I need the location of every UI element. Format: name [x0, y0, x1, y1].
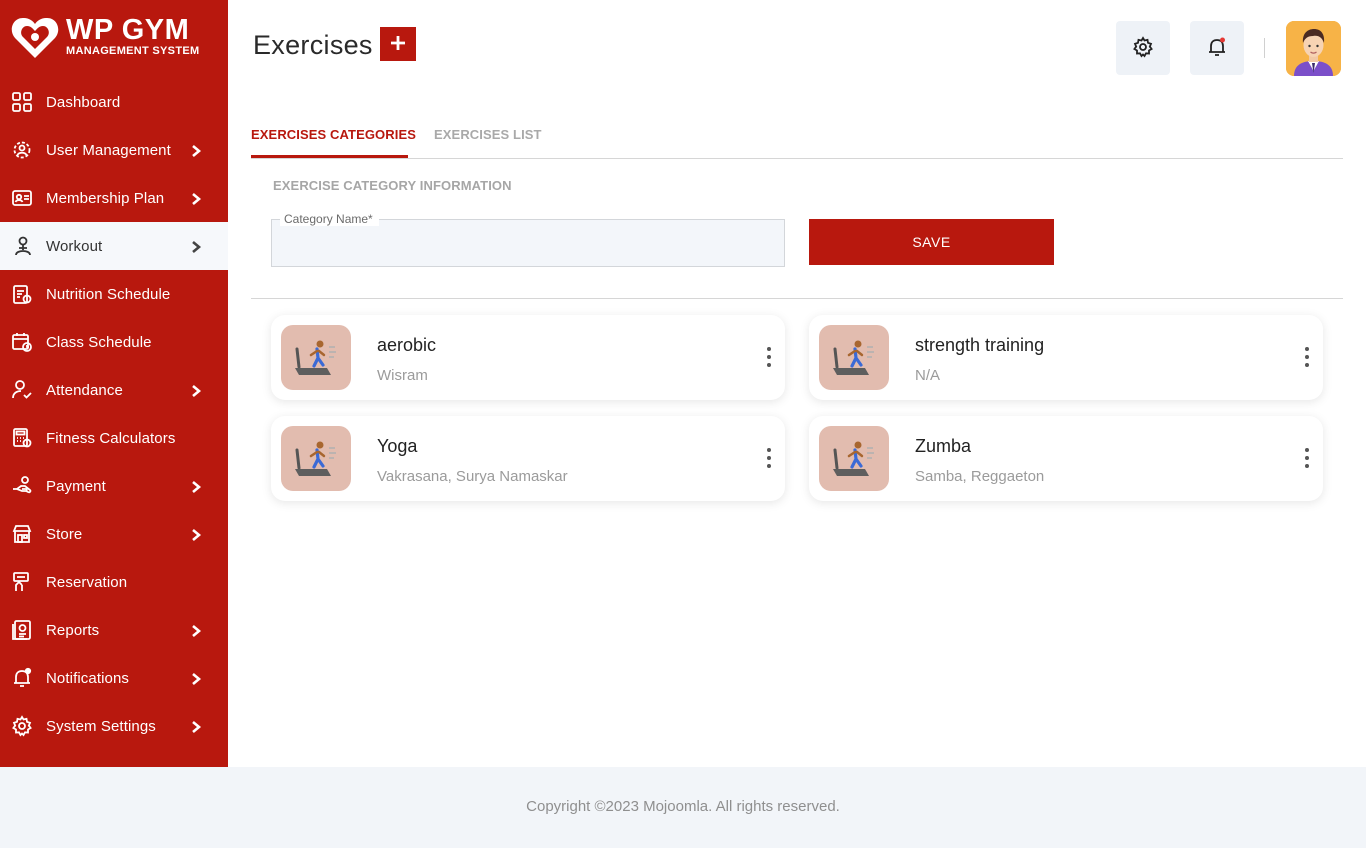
tab-exercises-list[interactable]: EXERCISES LIST: [434, 127, 542, 142]
category-exercises: Wisram: [377, 367, 428, 384]
sidebar-item-system-settings[interactable]: System Settings: [0, 702, 228, 750]
sidebar-item-reservation[interactable]: Reservation: [0, 558, 228, 606]
calendar-clock-icon: [11, 331, 33, 353]
category-name: aerobic: [377, 335, 437, 355]
sidebar-item-nutrition-schedule[interactable]: Nutrition Schedule: [0, 270, 228, 318]
sidebar-item-label: Workout: [46, 237, 103, 255]
user-check-icon: [11, 379, 33, 401]
gear-icon: [1132, 35, 1154, 61]
sidebar-item-label: Store: [46, 525, 83, 543]
sidebar-item-label: Reports: [46, 621, 100, 639]
treadmill-runner-icon: [281, 325, 351, 390]
more-options-icon[interactable]: [1299, 345, 1315, 369]
brand-subtitle: MANAGEMENT SYSTEM: [66, 45, 200, 57]
chevron-right-icon: [190, 383, 202, 397]
sidebar-item-workout[interactable]: Workout: [0, 222, 228, 270]
active-tab-indicator: [251, 155, 408, 158]
bell-icon: [1206, 36, 1228, 61]
sidebar-item-label: Reservation: [46, 573, 128, 591]
store-icon: [11, 523, 33, 545]
nutrition-clipboard-icon: [11, 283, 33, 305]
chevron-right-icon: [190, 479, 202, 493]
workout-icon: [11, 235, 33, 257]
brand-title: WP GYM: [66, 14, 190, 46]
avatar[interactable]: [1286, 21, 1341, 76]
category-name: Yoga: [377, 436, 418, 456]
sidebar-item-label: Attendance: [46, 381, 123, 399]
page-title: Exercises: [253, 30, 373, 60]
treadmill-runner-icon: [281, 426, 351, 491]
category-name-input[interactable]: [272, 220, 784, 266]
reports-icon: [11, 619, 33, 641]
chevron-right-icon: [190, 671, 202, 685]
more-options-icon[interactable]: [761, 345, 777, 369]
sidebar-item-payment[interactable]: Payment: [0, 462, 228, 510]
sidebar-item-reports[interactable]: Reports: [0, 606, 228, 654]
users-gear-icon: [11, 139, 33, 161]
sidebar-item-fitness-calculators[interactable]: Fitness Calculators: [0, 414, 228, 462]
category-name: Zumba: [915, 436, 972, 456]
sidebar-item-store[interactable]: Store: [0, 510, 228, 558]
section-title: EXERCISE CATEGORY INFORMATION: [273, 178, 512, 193]
tabs-bar: EXERCISES CATEGORIES EXERCISES LIST: [251, 110, 1343, 159]
category-card[interactable]: Yoga Vakrasana, Surya Namaskar: [271, 416, 785, 501]
chevron-right-icon: [190, 719, 202, 733]
sidebar-item-attendance[interactable]: Attendance: [0, 366, 228, 414]
sidebar-item-label: User Management: [46, 141, 171, 159]
sidebar-item-label: System Settings: [46, 717, 156, 735]
bell-icon: [11, 667, 33, 689]
sidebar-item-label: Membership Plan: [46, 189, 165, 207]
category-card[interactable]: Zumba Samba, Reggaeton: [809, 416, 1323, 501]
reservation-icon: [11, 571, 33, 593]
sidebar-item-label: Class Schedule: [46, 333, 152, 351]
chevron-right-icon: [190, 239, 202, 253]
sidebar: WP GYM MANAGEMENT SYSTEM Dashboard User …: [0, 0, 228, 767]
heart-logo-icon: [10, 13, 60, 61]
sidebar-item-label: Nutrition Schedule: [46, 285, 171, 303]
category-name: strength training: [915, 335, 1045, 355]
sidebar-item-class-schedule[interactable]: Class Schedule: [0, 318, 228, 366]
brand-logo[interactable]: WP GYM MANAGEMENT SYSTEM: [10, 12, 220, 62]
sidebar-item-label: Dashboard: [46, 93, 121, 111]
chevron-right-icon: [190, 623, 202, 637]
membership-card-icon: [11, 187, 33, 209]
calculator-icon: [11, 427, 33, 449]
chevron-right-icon: [190, 191, 202, 205]
category-card[interactable]: strength training N/A: [809, 315, 1323, 400]
sidebar-item-user-management[interactable]: User Management: [0, 126, 228, 174]
sidebar-item-membership-plan[interactable]: Membership Plan: [0, 174, 228, 222]
copyright-text: Copyright ©2023 Mojoomla. All rights res…: [526, 798, 840, 815]
category-name-label: Category Name*: [280, 212, 379, 226]
category-name-field: [271, 219, 785, 267]
dashboard-icon: [11, 91, 33, 113]
category-exercises: Vakrasana, Surya Namaskar: [377, 468, 568, 485]
chevron-right-icon: [190, 527, 202, 541]
payment-hand-icon: [11, 475, 33, 497]
sidebar-item-label: Payment: [46, 477, 106, 495]
category-exercises: Samba, Reggaeton: [915, 468, 1045, 485]
notifications-button[interactable]: [1190, 21, 1244, 75]
sidebar-item-label: Notifications: [46, 669, 130, 687]
save-button[interactable]: SAVE: [809, 219, 1054, 265]
sidebar-item-label: Fitness Calculators: [46, 429, 176, 447]
chevron-right-icon: [190, 143, 202, 157]
treadmill-runner-icon: [819, 426, 889, 491]
sidebar-item-notifications[interactable]: Notifications: [0, 654, 228, 702]
tab-exercises-categories[interactable]: EXERCISES CATEGORIES: [251, 127, 416, 142]
treadmill-runner-icon: [819, 325, 889, 390]
sidebar-nav: Dashboard User Management Membership Pla…: [0, 78, 228, 750]
add-exercise-button[interactable]: [380, 27, 416, 61]
category-exercises: N/A: [915, 367, 941, 384]
plus-icon: [389, 34, 407, 55]
category-card[interactable]: aerobic Wisram: [271, 315, 785, 400]
gear-icon: [11, 715, 33, 737]
footer: Copyright ©2023 Mojoomla. All rights res…: [0, 767, 1366, 848]
header-divider: [1264, 38, 1265, 58]
settings-button[interactable]: [1116, 21, 1170, 75]
sidebar-item-dashboard[interactable]: Dashboard: [0, 78, 228, 126]
more-options-icon[interactable]: [761, 446, 777, 470]
more-options-icon[interactable]: [1299, 446, 1315, 470]
divider: [251, 298, 1343, 299]
